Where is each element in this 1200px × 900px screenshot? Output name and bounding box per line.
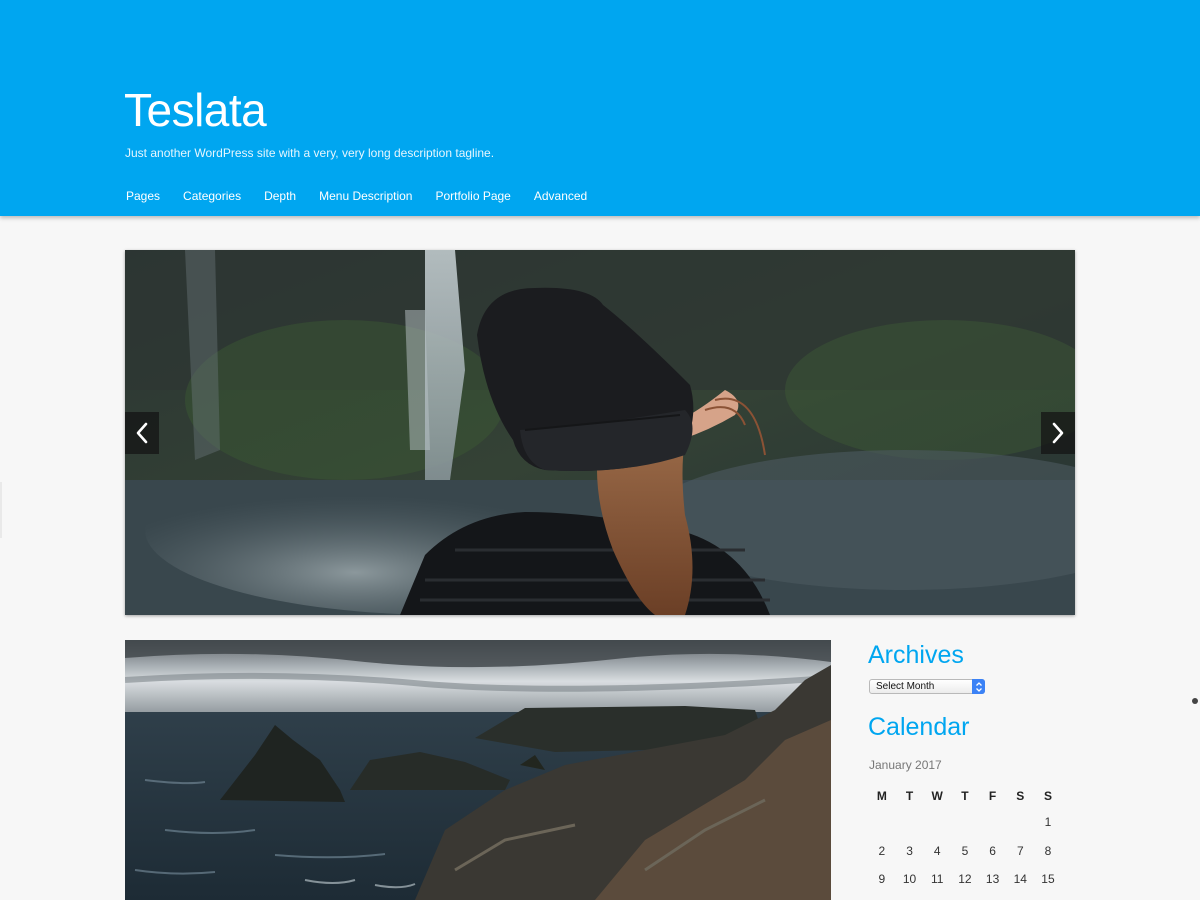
calendar-day: 8	[1044, 843, 1052, 858]
calendar-weekday: M	[876, 789, 887, 803]
calendar-table: M T W T F S S 1 2 3 4 5 6 7 8 9 10 11 12…	[868, 784, 1062, 894]
calendar-weekday: W	[931, 789, 943, 803]
calendar-day: 6	[989, 843, 996, 858]
calendar-week: 9 10 11 12 13 14 15	[868, 865, 1062, 894]
slider-prev-button[interactable]	[125, 412, 159, 454]
calendar-day: 14	[1013, 872, 1027, 887]
slide-image-waterfall-hiker	[125, 250, 1075, 615]
archives-month-select[interactable]: Select Month	[869, 679, 985, 694]
calendar-day: 13	[985, 872, 1000, 887]
calendar-day	[951, 808, 979, 837]
post-featured-image[interactable]	[125, 640, 831, 900]
calendar-day: 2	[878, 843, 886, 858]
calendar-weekday: S	[1043, 789, 1052, 803]
calendar-day: 7	[1016, 843, 1024, 858]
calendar-day: 11	[930, 872, 944, 887]
calendar-day: 3	[906, 843, 913, 858]
calendar-day: 9	[878, 872, 886, 887]
chevron-right-icon	[1052, 422, 1064, 444]
calendar-day: 10	[902, 872, 917, 887]
calendar-day: 4	[933, 843, 941, 858]
site-title[interactable]: Teslata	[124, 84, 267, 136]
calendar-weekday: T	[905, 789, 914, 803]
calendar-weekday: T	[961, 789, 969, 803]
nav-item-menu-description[interactable]: Menu Description	[319, 188, 412, 204]
featured-slider	[125, 250, 1075, 615]
calendar-day	[868, 808, 896, 837]
calendar-weekday: S	[1016, 789, 1025, 803]
slider-next-button[interactable]	[1041, 412, 1075, 454]
nav-item-pages[interactable]: Pages	[126, 188, 160, 204]
site-header: Teslata Just another WordPress site with…	[0, 0, 1200, 216]
calendar-day: 12	[958, 872, 972, 887]
scroll-indicator[interactable]	[1192, 698, 1198, 704]
page-edge-divider	[0, 482, 2, 538]
archives-select-value: Select Month	[876, 681, 935, 692]
nav-item-depth[interactable]: Depth	[264, 188, 296, 204]
calendar-day	[923, 808, 951, 837]
calendar-weekday: F	[988, 789, 997, 803]
coastal-cliffs-image	[125, 640, 831, 900]
calendar-caption: January 2017	[869, 758, 942, 772]
calendar-day	[1006, 808, 1034, 837]
calendar-widget-title: Calendar	[868, 713, 970, 741]
calendar-day	[896, 808, 924, 837]
calendar-day: 1	[1044, 815, 1052, 830]
calendar-week: 2 3 4 5 6 7 8	[868, 837, 1062, 866]
calendar-day: 15	[1041, 872, 1055, 887]
calendar-day	[979, 808, 1007, 837]
nav-item-advanced[interactable]: Advanced	[534, 188, 587, 204]
site-tagline: Just another WordPress site with a very,…	[125, 146, 495, 160]
chevron-left-icon	[136, 422, 148, 444]
calendar-week: 1	[868, 808, 1062, 837]
archives-widget-title: Archives	[868, 641, 964, 669]
nav-item-portfolio-page[interactable]: Portfolio Page	[435, 188, 510, 204]
calendar-day: 5	[961, 843, 969, 858]
nav-item-categories[interactable]: Categories	[183, 188, 241, 204]
select-stepper-icon	[972, 679, 985, 694]
